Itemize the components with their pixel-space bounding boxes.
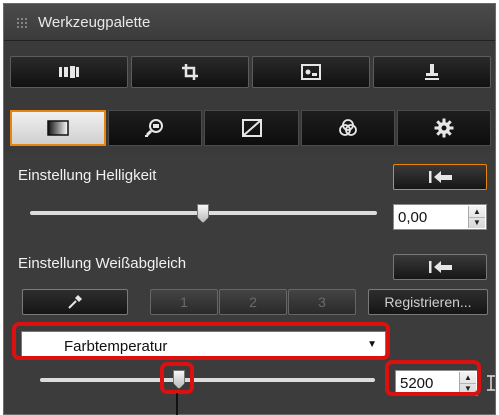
white-balance-reset-button[interactable]: [393, 254, 487, 280]
temperature-spinner[interactable]: ▲ ▼: [459, 372, 476, 394]
chevron-down-icon: ▼: [367, 339, 377, 350]
wb-preset-2-button[interactable]: 2: [219, 289, 287, 315]
settings-gear-icon: [434, 118, 454, 138]
tone-curve-icon: [241, 119, 262, 137]
tab-color[interactable]: [300, 110, 395, 146]
tab-settings[interactable]: [396, 110, 492, 146]
tab-zoom-image[interactable]: [108, 110, 203, 146]
toolbar: [10, 56, 491, 88]
color-circles-icon: [338, 119, 357, 136]
film-strip-button[interactable]: [10, 56, 128, 88]
brightness-value-field[interactable]: 0,00 ▲ ▼: [393, 204, 487, 230]
crop-icon: [182, 64, 198, 80]
temperature-unit-icon: [487, 375, 495, 391]
reset-arrow-icon: [429, 261, 452, 273]
image-view-icon: [301, 64, 321, 80]
wb-mode-value: Farbtemperatur: [64, 338, 168, 355]
wb-preset-1-button[interactable]: 1: [150, 289, 218, 315]
reset-arrow-icon: [429, 171, 452, 183]
temperature-slider-track[interactable]: [40, 378, 375, 382]
zoom-image-icon: [145, 119, 164, 137]
callout-line: [176, 393, 178, 415]
tab-bar: [10, 110, 492, 146]
tab-basic-adjust[interactable]: [10, 110, 107, 146]
spin-down-icon[interactable]: ▼: [460, 383, 476, 394]
eyedropper-button[interactable]: [22, 289, 128, 315]
crop-button[interactable]: [131, 56, 249, 88]
white-balance-label: Einstellung Weißabgleich: [18, 255, 187, 272]
spin-down-icon[interactable]: ▼: [469, 217, 485, 228]
tab-tone-curve[interactable]: [204, 110, 299, 146]
eyedropper-icon: [68, 295, 82, 309]
wb-preset-3-button[interactable]: 3: [288, 289, 356, 315]
image-view-button[interactable]: [252, 56, 370, 88]
brightness-reset-button[interactable]: [393, 164, 487, 190]
temperature-value: 5200: [400, 375, 434, 392]
film-strip-icon: [59, 66, 79, 78]
brightness-value: 0,00: [398, 209, 428, 226]
temperature-value-field[interactable]: 5200 ▲ ▼: [395, 370, 478, 396]
brightness-label: Einstellung Helligkeit: [18, 167, 157, 184]
tool-palette-window: Werkzeugpalette Einstellung Helligkeit 0…: [3, 3, 496, 415]
stamp-button[interactable]: [373, 56, 491, 88]
wb-mode-select[interactable]: Farbtemperatur ▼: [21, 331, 386, 359]
title-bar[interactable]: Werkzeugpalette: [4, 4, 495, 41]
grip-icon[interactable]: [16, 17, 28, 29]
brightness-spinner[interactable]: ▲ ▼: [468, 206, 485, 228]
window-title: Werkzeugpalette: [38, 14, 151, 31]
basic-adjust-icon: [47, 120, 69, 136]
stamp-icon: [425, 64, 439, 80]
register-button[interactable]: Registrieren...: [368, 289, 488, 315]
